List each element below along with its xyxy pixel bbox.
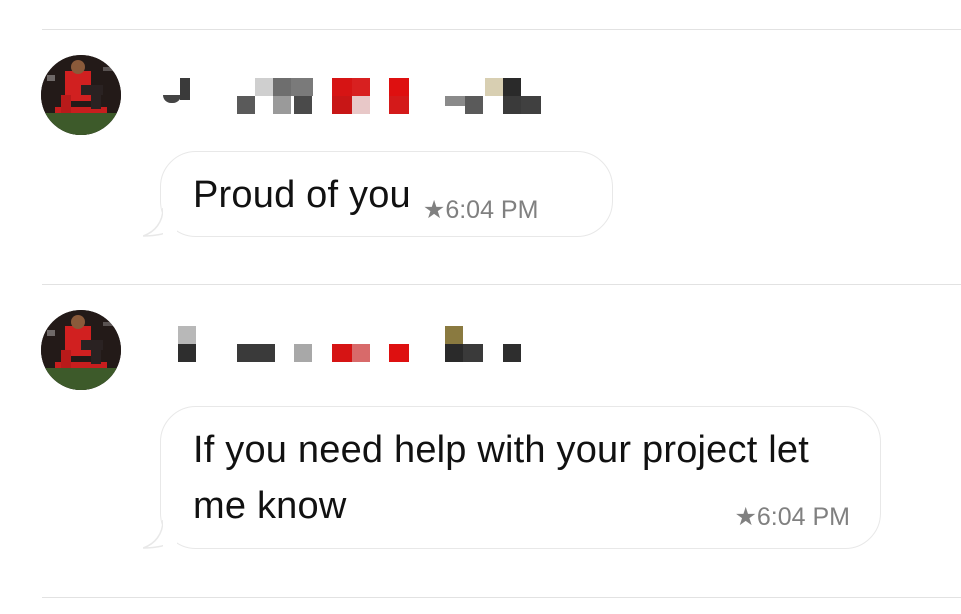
message-meta: ★6:04 PM (734, 502, 850, 532)
star-icon[interactable]: ★ (734, 503, 756, 531)
bubble-tail (143, 520, 177, 549)
message-timestamp: 6:04 PM (756, 503, 850, 531)
message-item[interactable]: If you need help with your project let m… (0, 0, 961, 614)
avatar[interactable] (41, 310, 121, 390)
divider-bottom (42, 597, 961, 598)
sender-name-redacted (160, 326, 580, 366)
sender-name (160, 326, 161, 327)
message-bubble[interactable]: If you need help with your project let m… (143, 406, 881, 549)
